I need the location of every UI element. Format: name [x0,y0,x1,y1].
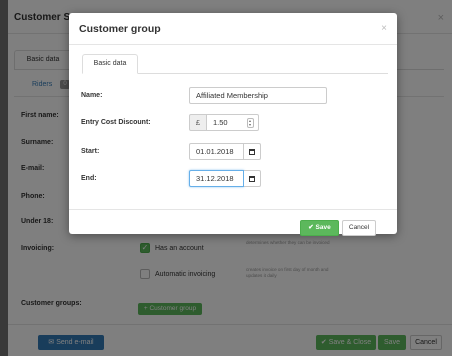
customer-group-dialog: Customer group × Basic data Name: Affili… [69,13,397,236]
end-date-input[interactable]: 31.12.2018 [189,170,244,187]
check-icon: ✔ [308,224,316,231]
end-calendar-button[interactable] [244,170,261,187]
entry-cost-discount-label: Entry Cost Discount: [81,119,151,126]
discount-value: 1.50 [213,118,228,127]
name-input[interactable]: Affiliated Membership [189,87,327,104]
calendar-icon [249,149,255,155]
dialog-header: Customer group × [69,13,397,45]
close-icon[interactable]: × [381,23,387,34]
left-edge-strip [0,0,8,356]
calendar-icon [249,176,255,182]
end-label: End: [81,175,97,182]
tab-basic-data-dialog[interactable]: Basic data [82,54,138,74]
save-label: Save [315,224,331,231]
save-button[interactable]: ✔ Save [300,220,339,236]
name-label: Name: [81,92,103,99]
start-date-input[interactable]: 01.01.2018 [189,143,244,160]
currency-addon: £ [189,114,207,131]
dialog-title: Customer group [79,23,161,35]
discount-stepper-icon[interactable] [247,118,254,128]
dialog-footer-divider [69,209,397,210]
start-label: Start: [81,148,100,155]
start-calendar-button[interactable] [244,143,261,160]
cancel-button[interactable]: Cancel [342,220,376,236]
